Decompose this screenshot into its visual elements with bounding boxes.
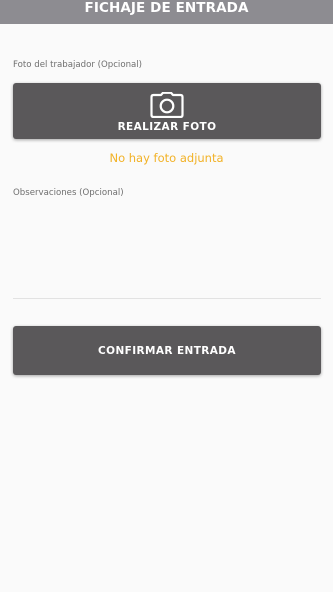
observations-input[interactable] (13, 200, 321, 299)
observations-field-label: Observaciones (Opcional) (13, 188, 124, 198)
camera-icon (150, 91, 184, 118)
app-header: FICHAJE DE ENTRADA (0, 0, 333, 24)
page-title: FICHAJE DE ENTRADA (84, 0, 249, 16)
take-photo-button-label: REALIZAR FOTO (117, 120, 217, 133)
photo-field-label: Foto del trabajador (Opcional) (13, 60, 143, 70)
take-photo-button[interactable]: REALIZAR FOTO (13, 83, 321, 139)
confirm-entry-button-label: CONFIRMAR ENTRADA (98, 344, 236, 357)
photo-status-text: No hay foto adjunta (109, 151, 224, 165)
confirm-entry-button[interactable]: CONFIRMAR ENTRADA (13, 326, 321, 375)
